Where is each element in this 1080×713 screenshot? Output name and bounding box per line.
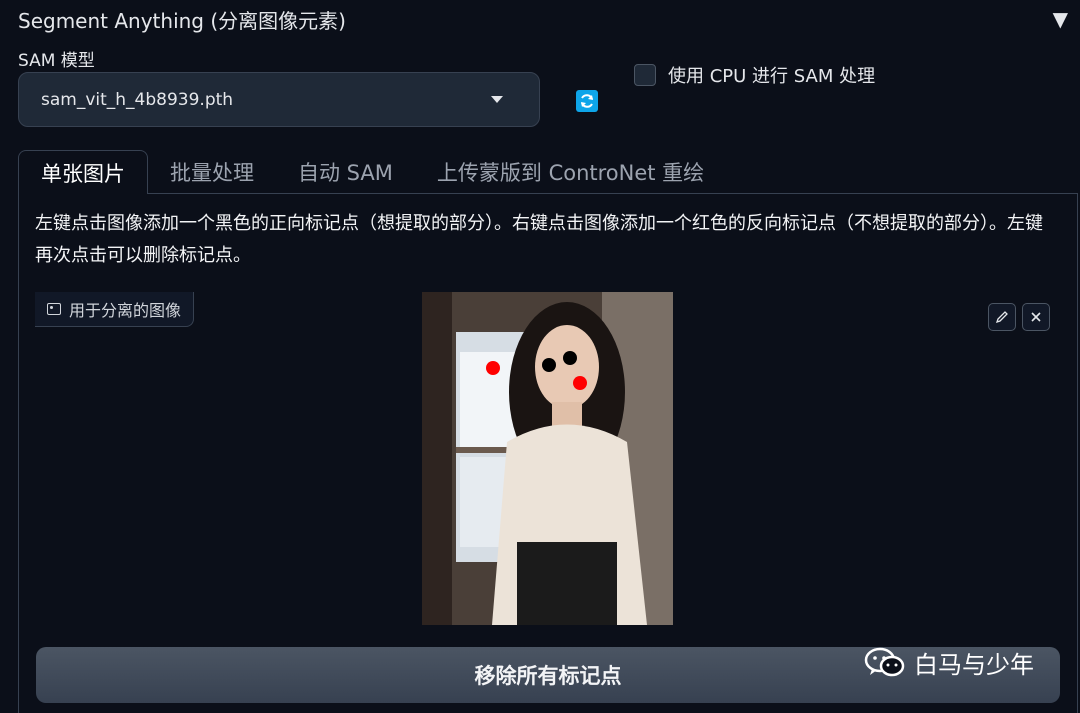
refresh-icon xyxy=(581,94,593,108)
instructions-text: 左键点击图像添加一个黑色的正向标记点（想提取的部分）。右键点击图像添加一个红色的… xyxy=(35,213,1043,266)
close-icon xyxy=(1031,312,1041,322)
watermark-text: 白马与少年 xyxy=(914,651,1034,679)
sam-model-selected-value: sam_vit_h_4b8939.pth xyxy=(41,89,234,110)
positive-marker[interactable] xyxy=(563,351,577,365)
refresh-models-button[interactable] xyxy=(576,90,598,112)
positive-marker[interactable] xyxy=(542,358,556,372)
clear-image-button[interactable] xyxy=(1022,303,1050,331)
watermark: 白马与少年 xyxy=(864,645,1034,680)
wechat-icon xyxy=(864,647,905,676)
tab-auto-sam[interactable]: 自动 SAM xyxy=(276,150,415,194)
accordion-header[interactable]: Segment Anything (分离图像元素) ▼ xyxy=(18,4,1068,34)
sam-model-label: SAM 模型 xyxy=(18,51,95,71)
use-cpu-label: 使用 CPU 进行 SAM 处理 xyxy=(668,66,876,87)
segmentation-image[interactable] xyxy=(422,292,673,625)
image-input-label-text: 用于分离的图像 xyxy=(69,301,182,320)
tab-batch[interactable]: 批量处理 xyxy=(148,150,276,194)
edit-image-button[interactable] xyxy=(988,303,1016,331)
tab-single-image[interactable]: 单张图片 xyxy=(18,150,148,194)
pencil-icon xyxy=(995,311,1008,324)
image-icon xyxy=(47,303,61,315)
image-input-label: 用于分离的图像 xyxy=(35,292,195,327)
checkbox-box[interactable] xyxy=(634,64,656,86)
collapse-toggle-icon[interactable]: ▼ xyxy=(1053,7,1068,31)
tab-bar: 单张图片 批量处理 自动 SAM 上传蒙版到 ControNet 重绘 xyxy=(18,150,1080,194)
chevron-down-icon xyxy=(491,96,503,103)
negative-marker[interactable] xyxy=(573,376,587,390)
sam-model-dropdown[interactable]: sam_vit_h_4b8939.pth xyxy=(18,72,540,127)
negative-marker[interactable] xyxy=(486,361,500,375)
tab-upload-mask-controlnet[interactable]: 上传蒙版到 ControNet 重绘 xyxy=(415,150,726,194)
use-cpu-checkbox[interactable]: 使用 CPU 进行 SAM 处理 xyxy=(634,62,875,88)
accordion-title: Segment Anything (分离图像元素) xyxy=(18,8,346,33)
